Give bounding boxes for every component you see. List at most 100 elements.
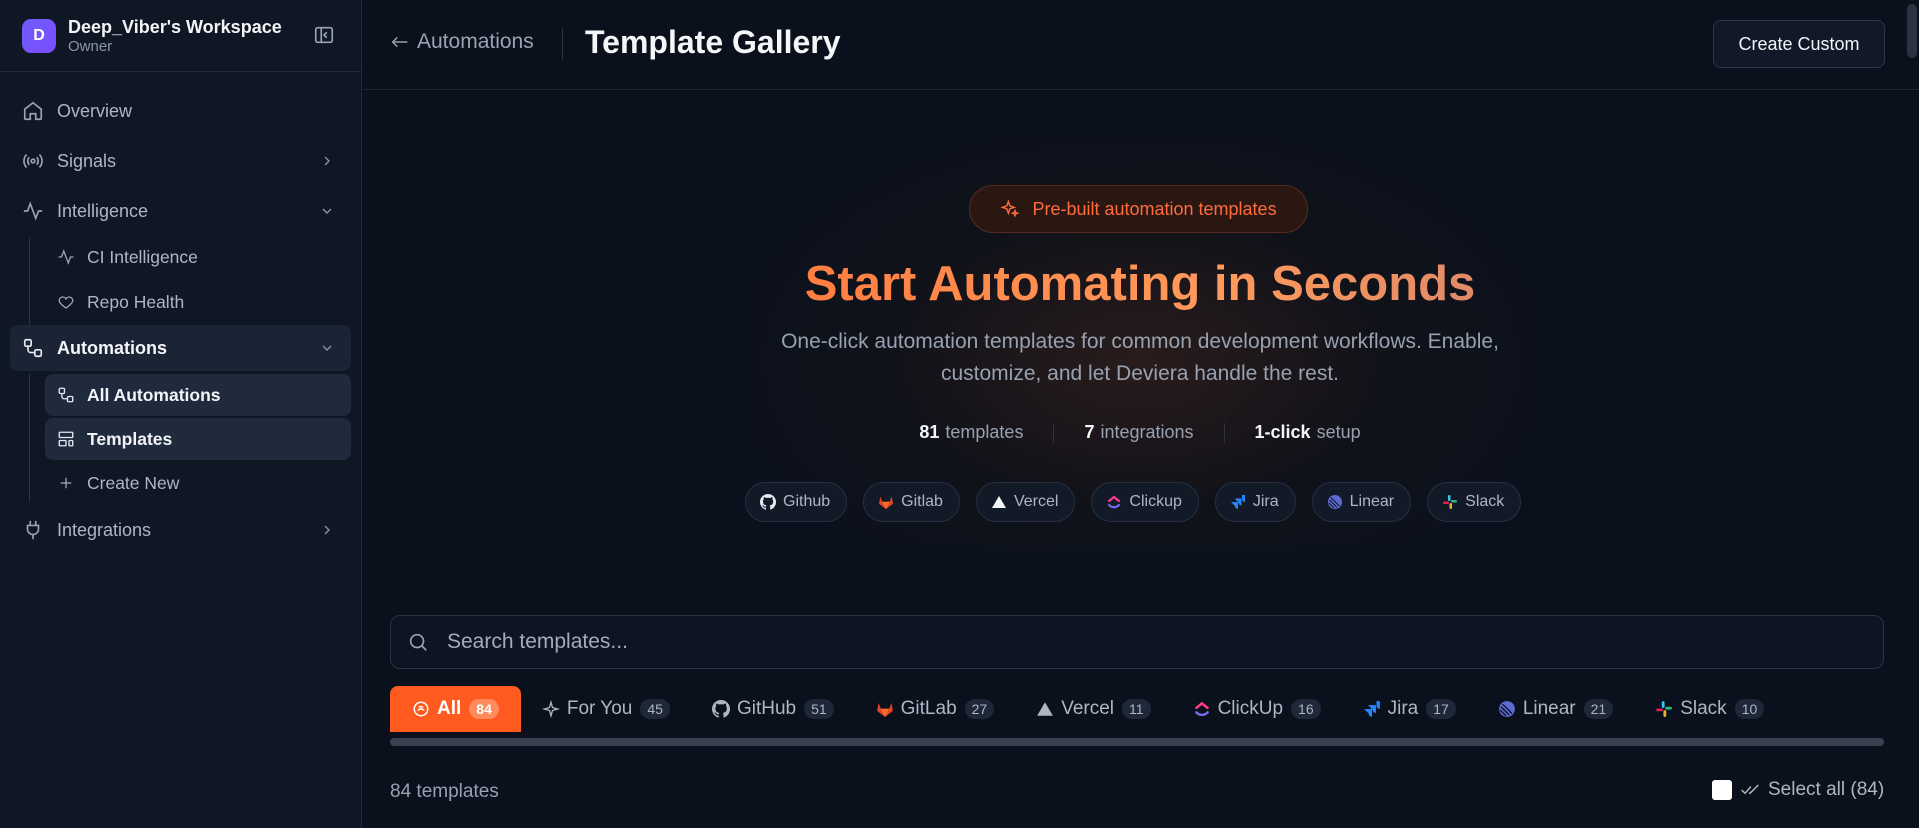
select-all-checkbox[interactable]	[1712, 780, 1732, 800]
home-icon	[22, 100, 44, 122]
sidebar-item-all-automations[interactable]: All Automations	[45, 374, 351, 416]
workflow-icon	[57, 386, 75, 404]
tab-count: 16	[1291, 699, 1321, 719]
tab-all[interactable]: All 84	[390, 686, 521, 732]
sidebar-item-label: Create New	[87, 472, 180, 493]
tab-label: All	[437, 698, 462, 719]
arrow-left-icon	[389, 31, 411, 53]
tabs-scrollbar[interactable]	[390, 738, 1884, 746]
linear-icon	[1498, 700, 1516, 718]
sidebar-item-integrations[interactable]: Integrations	[10, 507, 351, 553]
hero-subtitle: One-click automation templates for commo…	[740, 326, 1540, 390]
tab-label: GitHub	[736, 698, 797, 719]
topbar: Automations Template Gallery Create Cust…	[363, 0, 1919, 90]
sidebar-item-repo-health[interactable]: Repo Health	[45, 281, 351, 323]
sidebar-item-signals[interactable]: Signals	[10, 138, 351, 184]
header-divider	[562, 28, 563, 60]
sidebar-item-label: Templates	[87, 428, 173, 449]
clickup-icon	[1106, 494, 1122, 510]
tab-label: ClickUp	[1217, 698, 1284, 719]
sparkles-icon	[1000, 199, 1021, 219]
stat-integrations: 7 integrations	[1084, 422, 1194, 442]
slack-icon	[1655, 700, 1673, 718]
workspace-role: Owner	[68, 37, 113, 55]
integration-badge-label: Linear	[1349, 493, 1395, 510]
integration-badge-vercel: Vercel	[975, 482, 1076, 522]
tab-linear[interactable]: Linear 21	[1477, 686, 1634, 732]
tab-count: 17	[1426, 699, 1456, 719]
select-all-label: Select all (84)	[1768, 779, 1885, 800]
back-to-automations-link[interactable]: Automations	[389, 30, 534, 54]
integration-badge-jira: Jira	[1214, 482, 1296, 522]
select-all-control[interactable]: Select all (84)	[1712, 779, 1884, 801]
sidebar-collapse-icon[interactable]	[313, 24, 335, 46]
tab-github[interactable]: GitHub 51	[691, 686, 855, 732]
integration-badge-clickup: Clickup	[1091, 482, 1199, 522]
gitlab-icon	[876, 700, 894, 718]
workspace-avatar: D	[22, 18, 56, 53]
gitlab-icon	[878, 494, 894, 510]
integration-badge-slack: Slack	[1427, 482, 1522, 522]
integration-badge-linear: Linear	[1311, 482, 1412, 522]
hero-pill-badge: Pre-built automation templates	[969, 185, 1308, 233]
layers-circle-icon	[412, 700, 430, 718]
sidebar-item-label: CI Intelligence	[87, 246, 198, 267]
hero-pill-label: Pre-built automation templates	[1032, 198, 1277, 219]
tab-gitlab[interactable]: GitLab 27	[855, 686, 1016, 732]
tab-label: Slack	[1680, 698, 1727, 719]
sidebar-item-ci-intelligence[interactable]: CI Intelligence	[45, 236, 351, 278]
page-scrollbar[interactable]	[1907, 4, 1917, 58]
workspace-switcher[interactable]: D Deep_Viber's Workspace Owner	[0, 0, 361, 72]
github-icon	[760, 494, 776, 510]
tab-count: 11	[1122, 699, 1151, 719]
integration-badge-label: Clickup	[1129, 493, 1182, 510]
stat-setup: 1-click setup	[1254, 422, 1361, 442]
layout-template-icon	[57, 430, 75, 448]
tab-label: Vercel	[1061, 698, 1115, 719]
sidebar-item-label: All Automations	[87, 384, 221, 405]
slack-icon	[1442, 494, 1458, 510]
activity-icon	[22, 200, 44, 222]
integration-badge-github: Github	[745, 482, 848, 522]
heart-icon	[57, 293, 75, 311]
sidebar-item-intelligence[interactable]: Intelligence	[10, 188, 351, 234]
category-tabs: All 84 For You 45 GitHub 51 GitLab 27 Ve…	[390, 686, 1785, 732]
tab-label: Jira	[1387, 698, 1419, 719]
sidebar-item-label: Automations	[57, 337, 167, 358]
tab-vercel[interactable]: Vercel 11	[1015, 686, 1171, 732]
sidebar-item-label: Signals	[57, 150, 117, 171]
vercel-icon	[1036, 700, 1054, 718]
activity-icon	[57, 248, 75, 266]
sidebar-item-overview[interactable]: Overview	[10, 88, 351, 134]
hero-stats: 81 templates 7 integrations 1-click setup	[740, 422, 1540, 443]
plus-icon	[57, 474, 75, 492]
tab-jira[interactable]: Jira 17	[1342, 686, 1477, 732]
tab-for-you[interactable]: For You 45	[521, 686, 691, 732]
chevron-down-icon	[319, 340, 335, 356]
back-link-label: Automations	[417, 30, 534, 53]
integration-badge-label: Gitlab	[901, 493, 943, 510]
chevron-down-icon	[319, 203, 335, 219]
sidebar: D Deep_Viber's Workspace Owner Overview …	[0, 0, 362, 828]
search-input[interactable]	[447, 630, 1847, 654]
integration-badge-gitlab: Gitlab	[863, 482, 960, 522]
sidebar-item-templates[interactable]: Templates	[45, 418, 351, 460]
jira-icon	[1363, 700, 1381, 718]
workflow-icon	[22, 337, 44, 359]
create-custom-button[interactable]: Create Custom	[1713, 20, 1885, 68]
tab-label: For You	[566, 698, 633, 719]
tab-label: GitLab	[900, 698, 957, 719]
submenu-line	[29, 238, 30, 328]
tab-label: Linear	[1522, 698, 1576, 719]
chevron-right-icon	[319, 153, 335, 169]
sidebar-item-create-new[interactable]: Create New	[45, 462, 351, 504]
tab-slack[interactable]: Slack 10	[1634, 686, 1785, 732]
integration-badges: Github Gitlab Vercel Clickup Jira Linear	[745, 482, 1522, 522]
tab-count: 45	[640, 699, 670, 719]
tab-clickup[interactable]: ClickUp 16	[1172, 686, 1342, 732]
template-search	[390, 615, 1884, 669]
workspace-name: Deep_Viber's Workspace	[68, 16, 282, 37]
chevron-right-icon	[319, 522, 335, 538]
sidebar-item-label: Overview	[57, 100, 133, 121]
sidebar-item-automations[interactable]: Automations	[10, 325, 351, 371]
